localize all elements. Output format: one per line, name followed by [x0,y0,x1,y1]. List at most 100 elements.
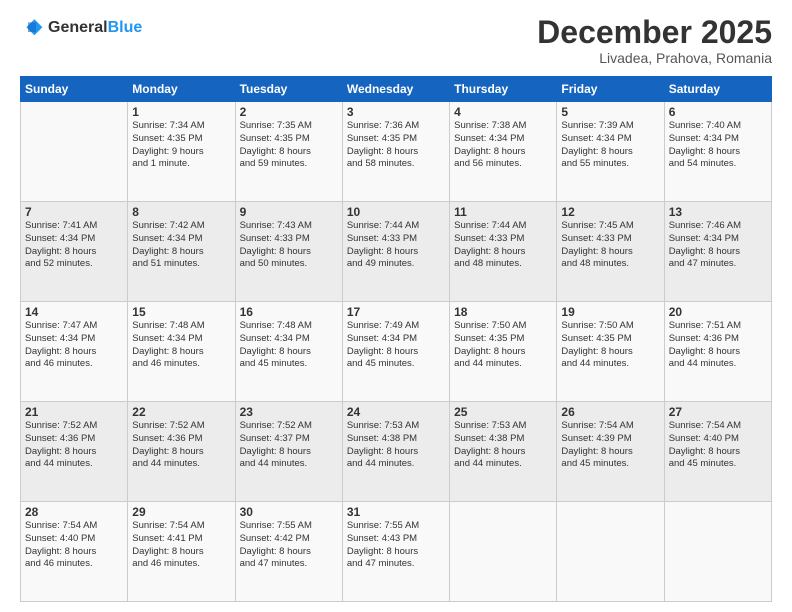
day-info: Sunrise: 7:43 AM Sunset: 4:33 PM Dayligh… [240,220,338,271]
header: GeneralBlue December 2025 Livadea, Praho… [20,16,772,66]
week-row-1: 7Sunrise: 7:41 AM Sunset: 4:34 PM Daylig… [21,202,772,302]
calendar-cell: 14Sunrise: 7:47 AM Sunset: 4:34 PM Dayli… [21,302,128,402]
day-info: Sunrise: 7:46 AM Sunset: 4:34 PM Dayligh… [669,220,767,271]
day-number: 20 [669,305,767,319]
calendar-header: SundayMondayTuesdayWednesdayThursdayFrid… [21,77,772,102]
day-info: Sunrise: 7:42 AM Sunset: 4:34 PM Dayligh… [132,220,230,271]
header-cell-monday: Monday [128,77,235,102]
calendar-cell: 15Sunrise: 7:48 AM Sunset: 4:34 PM Dayli… [128,302,235,402]
day-info: Sunrise: 7:51 AM Sunset: 4:36 PM Dayligh… [669,320,767,371]
day-number: 7 [25,205,123,219]
day-number: 23 [240,405,338,419]
week-row-0: 1Sunrise: 7:34 AM Sunset: 4:35 PM Daylig… [21,102,772,202]
calendar-cell: 12Sunrise: 7:45 AM Sunset: 4:33 PM Dayli… [557,202,664,302]
day-info: Sunrise: 7:34 AM Sunset: 4:35 PM Dayligh… [132,120,230,171]
week-row-3: 21Sunrise: 7:52 AM Sunset: 4:36 PM Dayli… [21,402,772,502]
day-info: Sunrise: 7:47 AM Sunset: 4:34 PM Dayligh… [25,320,123,371]
calendar-cell: 24Sunrise: 7:53 AM Sunset: 4:38 PM Dayli… [342,402,449,502]
calendar-cell: 9Sunrise: 7:43 AM Sunset: 4:33 PM Daylig… [235,202,342,302]
header-cell-saturday: Saturday [664,77,771,102]
calendar-cell [21,102,128,202]
day-info: Sunrise: 7:40 AM Sunset: 4:34 PM Dayligh… [669,120,767,171]
day-number: 25 [454,405,552,419]
day-number: 1 [132,105,230,119]
day-number: 31 [347,505,445,519]
day-info: Sunrise: 7:38 AM Sunset: 4:34 PM Dayligh… [454,120,552,171]
day-number: 3 [347,105,445,119]
calendar-body: 1Sunrise: 7:34 AM Sunset: 4:35 PM Daylig… [21,102,772,602]
logo: GeneralBlue [20,16,142,40]
day-number: 30 [240,505,338,519]
day-number: 6 [669,105,767,119]
calendar-cell: 11Sunrise: 7:44 AM Sunset: 4:33 PM Dayli… [450,202,557,302]
day-number: 26 [561,405,659,419]
title-area: December 2025 Livadea, Prahova, Romania [537,16,772,66]
day-number: 14 [25,305,123,319]
day-info: Sunrise: 7:52 AM Sunset: 4:37 PM Dayligh… [240,420,338,471]
calendar-cell: 10Sunrise: 7:44 AM Sunset: 4:33 PM Dayli… [342,202,449,302]
logo-icon [20,16,44,40]
calendar-cell [557,502,664,602]
day-info: Sunrise: 7:48 AM Sunset: 4:34 PM Dayligh… [132,320,230,371]
day-number: 11 [454,205,552,219]
day-number: 21 [25,405,123,419]
calendar-cell: 2Sunrise: 7:35 AM Sunset: 4:35 PM Daylig… [235,102,342,202]
logo-text: GeneralBlue [48,19,142,37]
calendar-cell: 19Sunrise: 7:50 AM Sunset: 4:35 PM Dayli… [557,302,664,402]
day-info: Sunrise: 7:54 AM Sunset: 4:40 PM Dayligh… [25,520,123,571]
day-number: 9 [240,205,338,219]
calendar-cell: 20Sunrise: 7:51 AM Sunset: 4:36 PM Dayli… [664,302,771,402]
calendar-cell: 13Sunrise: 7:46 AM Sunset: 4:34 PM Dayli… [664,202,771,302]
calendar-cell: 4Sunrise: 7:38 AM Sunset: 4:34 PM Daylig… [450,102,557,202]
calendar-cell: 8Sunrise: 7:42 AM Sunset: 4:34 PM Daylig… [128,202,235,302]
header-cell-friday: Friday [557,77,664,102]
day-number: 5 [561,105,659,119]
day-info: Sunrise: 7:53 AM Sunset: 4:38 PM Dayligh… [454,420,552,471]
page: GeneralBlue December 2025 Livadea, Praho… [0,0,792,612]
subtitle: Livadea, Prahova, Romania [537,50,772,66]
day-number: 12 [561,205,659,219]
day-info: Sunrise: 7:50 AM Sunset: 4:35 PM Dayligh… [561,320,659,371]
day-number: 4 [454,105,552,119]
day-info: Sunrise: 7:44 AM Sunset: 4:33 PM Dayligh… [347,220,445,271]
day-number: 29 [132,505,230,519]
header-row: SundayMondayTuesdayWednesdayThursdayFrid… [21,77,772,102]
day-info: Sunrise: 7:39 AM Sunset: 4:34 PM Dayligh… [561,120,659,171]
day-number: 15 [132,305,230,319]
header-cell-wednesday: Wednesday [342,77,449,102]
day-info: Sunrise: 7:52 AM Sunset: 4:36 PM Dayligh… [25,420,123,471]
header-cell-sunday: Sunday [21,77,128,102]
day-info: Sunrise: 7:54 AM Sunset: 4:40 PM Dayligh… [669,420,767,471]
day-number: 17 [347,305,445,319]
day-info: Sunrise: 7:49 AM Sunset: 4:34 PM Dayligh… [347,320,445,371]
day-info: Sunrise: 7:41 AM Sunset: 4:34 PM Dayligh… [25,220,123,271]
day-info: Sunrise: 7:52 AM Sunset: 4:36 PM Dayligh… [132,420,230,471]
calendar-cell: 25Sunrise: 7:53 AM Sunset: 4:38 PM Dayli… [450,402,557,502]
calendar-cell: 16Sunrise: 7:48 AM Sunset: 4:34 PM Dayli… [235,302,342,402]
day-number: 13 [669,205,767,219]
calendar-cell: 28Sunrise: 7:54 AM Sunset: 4:40 PM Dayli… [21,502,128,602]
day-number: 28 [25,505,123,519]
day-number: 22 [132,405,230,419]
calendar-cell: 23Sunrise: 7:52 AM Sunset: 4:37 PM Dayli… [235,402,342,502]
calendar-cell: 7Sunrise: 7:41 AM Sunset: 4:34 PM Daylig… [21,202,128,302]
day-info: Sunrise: 7:44 AM Sunset: 4:33 PM Dayligh… [454,220,552,271]
calendar-cell: 1Sunrise: 7:34 AM Sunset: 4:35 PM Daylig… [128,102,235,202]
calendar-cell: 5Sunrise: 7:39 AM Sunset: 4:34 PM Daylig… [557,102,664,202]
day-number: 10 [347,205,445,219]
week-row-2: 14Sunrise: 7:47 AM Sunset: 4:34 PM Dayli… [21,302,772,402]
calendar-cell: 29Sunrise: 7:54 AM Sunset: 4:41 PM Dayli… [128,502,235,602]
day-info: Sunrise: 7:35 AM Sunset: 4:35 PM Dayligh… [240,120,338,171]
calendar-cell: 26Sunrise: 7:54 AM Sunset: 4:39 PM Dayli… [557,402,664,502]
day-info: Sunrise: 7:48 AM Sunset: 4:34 PM Dayligh… [240,320,338,371]
day-number: 24 [347,405,445,419]
day-info: Sunrise: 7:54 AM Sunset: 4:39 PM Dayligh… [561,420,659,471]
day-info: Sunrise: 7:53 AM Sunset: 4:38 PM Dayligh… [347,420,445,471]
day-number: 16 [240,305,338,319]
header-cell-thursday: Thursday [450,77,557,102]
calendar-cell: 22Sunrise: 7:52 AM Sunset: 4:36 PM Dayli… [128,402,235,502]
calendar-cell: 21Sunrise: 7:52 AM Sunset: 4:36 PM Dayli… [21,402,128,502]
calendar-cell [450,502,557,602]
day-info: Sunrise: 7:36 AM Sunset: 4:35 PM Dayligh… [347,120,445,171]
calendar-cell: 31Sunrise: 7:55 AM Sunset: 4:43 PM Dayli… [342,502,449,602]
